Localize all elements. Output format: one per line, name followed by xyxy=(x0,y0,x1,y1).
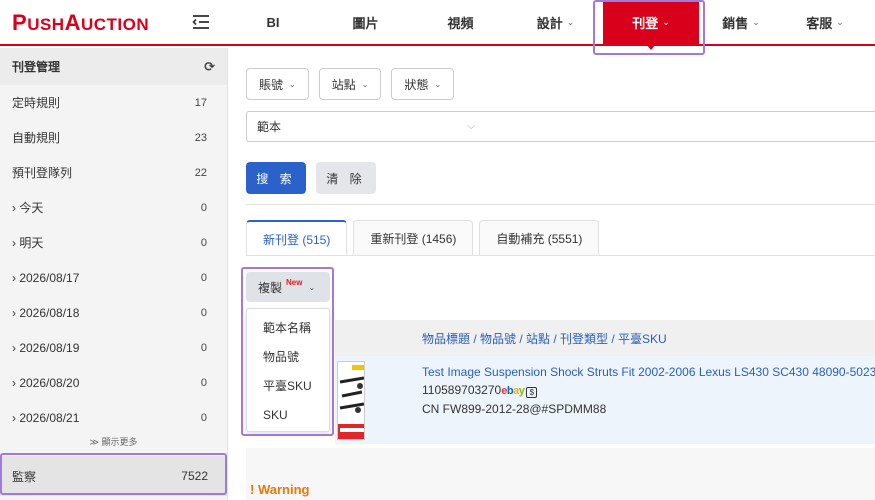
nav-item-images[interactable]: 圖片 xyxy=(318,0,413,44)
chevron-down-icon: ⌵ xyxy=(467,121,475,132)
sidebar-item-tomorrow[interactable]: › 明天 0 xyxy=(0,225,227,260)
nav-item-sales[interactable]: 銷售 ⌄ xyxy=(699,0,783,44)
account-dropdown[interactable]: 賬號 ⌄ xyxy=(246,68,309,100)
platform-sku: CN FW899-2012-28@#SPDMM88 xyxy=(422,402,607,416)
sidebar-item-scheduled-rules[interactable]: 定時規則 17 xyxy=(0,85,227,120)
sidebar-item-pre-listing-queue[interactable]: 預刊登隊列 22 xyxy=(0,155,227,190)
search-button[interactable]: 搜 索 xyxy=(246,162,306,194)
sidebar-item-date[interactable]: › 2026/08/21 0 xyxy=(0,400,227,435)
chevron-down-icon: ⌄ xyxy=(566,16,575,27)
sidebar-item-monitor[interactable]: 監察 7522 xyxy=(0,456,228,496)
sidebar-item-date[interactable]: › 2026/08/18 0 xyxy=(0,295,227,330)
logo[interactable]: PUSHAUCTION xyxy=(12,10,149,36)
tab-new-listing[interactable]: 新刊登 (515) xyxy=(246,220,348,256)
copy-dropdown-menu: 範本名稱 物品號 平臺SKU SKU xyxy=(246,308,330,432)
chevron-down-icon: ⌄ xyxy=(836,16,844,27)
sidebar-item-date[interactable]: › 2026/08/17 0 xyxy=(0,260,227,295)
listing-tabs: 新刊登 (515) 重新刊登 (1456) 自動補充 (5551) xyxy=(246,220,600,256)
copy-option-item-number[interactable]: 物品號 xyxy=(247,342,329,371)
template-search-input[interactable] xyxy=(485,111,875,142)
site-dropdown[interactable]: 站點 ⌄ xyxy=(318,68,382,100)
copy-option-sku[interactable]: SKU xyxy=(247,400,329,429)
tab-auto-replenish[interactable]: 自動補充 (5551) xyxy=(479,220,600,256)
tabs-underline xyxy=(246,255,875,256)
menu-collapse-icon[interactable] xyxy=(192,13,210,31)
warning-area xyxy=(246,448,875,500)
nav-item-listing[interactable]: 刊登 ⌄ xyxy=(603,0,699,50)
table-row[interactable]: Test Image Suspension Shock Struts Fit 2… xyxy=(335,356,875,444)
table-header: 物品標題 / 物品號 / 站點 / 刊登類型 / 平臺SKU xyxy=(335,320,875,356)
warning-label: ! Warning xyxy=(250,482,310,497)
chevron-down-icon: ⌄ xyxy=(308,282,316,292)
copy-option-platform-sku[interactable]: 平臺SKU xyxy=(247,371,329,400)
nav-item-bi[interactable]: BI xyxy=(228,0,318,44)
chevron-down-icon: ⌄ xyxy=(361,79,369,89)
chevron-down-icon: ⌄ xyxy=(752,16,760,27)
clear-button[interactable]: 清 除 xyxy=(316,162,376,194)
product-title-link[interactable]: Test Image Suspension Shock Struts Fit 2… xyxy=(422,363,875,381)
ebay-logo-icon: ebay xyxy=(501,385,525,397)
sidebar-header: 刊登管理 ⟳ xyxy=(0,48,227,85)
lock-icon: $ xyxy=(526,387,538,398)
nav-item-videos[interactable]: 視頻 xyxy=(413,0,508,44)
copy-dropdown-button[interactable]: 複製 New ⌄ xyxy=(246,272,330,302)
sidebar: 刊登管理 ⟳ 定時規則 17 自動規則 23 預刊登隊列 22 › 今天 0 › 明天 0… xyxy=(0,48,228,500)
main-nav: BI 圖片 視頻 設計 ⌄ 刊登 ⌄ 銷售 ⌄ 客服 ⌄ xyxy=(228,0,867,50)
item-number-line: 110589703270ebay $ xyxy=(422,381,875,400)
refresh-icon[interactable]: ⟳ xyxy=(204,59,215,75)
filter-row: 賬號 ⌄ 站點 ⌄ 狀態 ⌄ xyxy=(246,68,455,100)
sidebar-item-auto-rules[interactable]: 自動規則 23 xyxy=(0,120,227,155)
nav-item-customer-service[interactable]: 客服 ⌄ xyxy=(783,0,867,44)
tab-relist[interactable]: 重新刊登 (1456) xyxy=(353,220,474,256)
chevron-down-icon: ⌄ xyxy=(662,16,670,27)
sidebar-item-today[interactable]: › 今天 0 xyxy=(0,190,227,225)
divider xyxy=(246,204,875,205)
template-field-select[interactable]: 範本 ⌵ xyxy=(246,111,486,142)
chevron-down-icon: ⌄ xyxy=(434,79,442,89)
sidebar-title: 刊登管理 xyxy=(12,60,61,74)
show-more-link[interactable]: ≫ 顯示更多 xyxy=(0,435,227,449)
new-badge: New xyxy=(286,277,303,287)
sidebar-item-date[interactable]: › 2026/08/20 0 xyxy=(0,365,227,400)
item-number[interactable]: 110589703270 xyxy=(422,383,501,397)
product-thumbnail[interactable] xyxy=(337,361,365,440)
product-info: Test Image Suspension Shock Struts Fit 2… xyxy=(422,363,875,418)
top-bar: PUSHAUCTION BI 圖片 視頻 設計 ⌄ 刊登 ⌄ 銷售 ⌄ 客服 ⌄ xyxy=(0,0,875,50)
sidebar-item-date[interactable]: › 2026/08/19 0 xyxy=(0,330,227,365)
status-dropdown[interactable]: 狀態 ⌄ xyxy=(391,68,455,100)
nav-item-design[interactable]: 設計 ⌄ xyxy=(508,0,603,44)
copy-option-template-name[interactable]: 範本名稱 xyxy=(247,313,329,342)
chevron-down-icon: ⌄ xyxy=(289,79,296,89)
